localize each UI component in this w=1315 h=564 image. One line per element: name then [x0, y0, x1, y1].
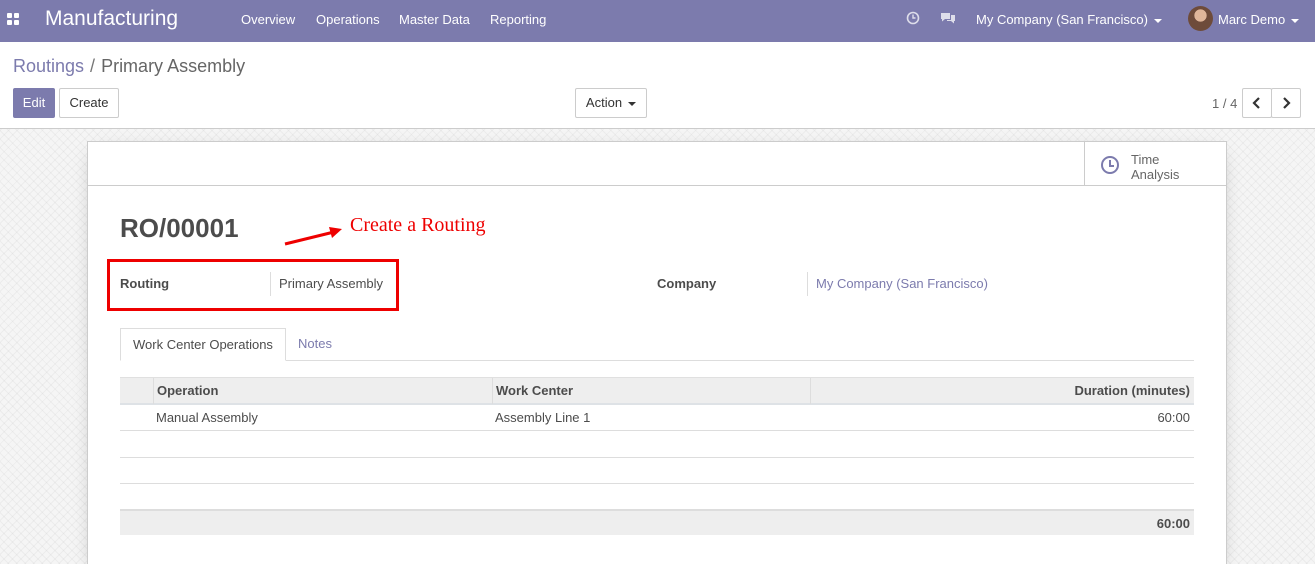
- chevron-down-icon: [1153, 18, 1162, 23]
- menu-reporting[interactable]: Reporting: [490, 12, 546, 27]
- edit-button[interactable]: Edit: [13, 88, 55, 118]
- breadcrumb-routings-link[interactable]: Routings: [13, 56, 84, 76]
- pager-value[interactable]: 1 / 4: [1212, 96, 1237, 111]
- clock-icon: [1101, 156, 1119, 174]
- breadcrumb-separator: /: [90, 56, 96, 76]
- field-divider: [807, 272, 808, 296]
- routing-label: Routing: [120, 276, 170, 291]
- total-duration: 60:00: [1156, 516, 1190, 531]
- activity-clock-icon[interactable]: [905, 11, 921, 27]
- create-button[interactable]: Create: [59, 88, 119, 118]
- annotation-text: Create a Routing: [350, 214, 486, 236]
- operation-cell: Manual Assembly: [156, 410, 258, 425]
- tab-work-center-operations[interactable]: Work Center Operations: [120, 328, 286, 361]
- top-navbar: Manufacturing Overview Operations Master…: [0, 0, 1315, 42]
- table-header: Operation Work Center Duration (minutes): [120, 377, 1194, 405]
- action-dropdown-button[interactable]: Action: [575, 88, 647, 118]
- discuss-chat-icon[interactable]: [940, 11, 956, 27]
- time-analysis-button[interactable]: Time Analysis: [1084, 142, 1226, 186]
- apps-menu-icon[interactable]: [6, 12, 20, 26]
- column-header-work-center[interactable]: Work Center: [496, 378, 573, 404]
- company-value-link[interactable]: My Company (San Francisco): [816, 276, 988, 291]
- company-switcher[interactable]: My Company (San Francisco): [976, 12, 1162, 27]
- menu-operations[interactable]: Operations: [316, 12, 380, 27]
- company-label: Company: [657, 276, 717, 291]
- button-box: Time Analysis: [88, 142, 1226, 186]
- company-name: My Company (San Francisco): [976, 12, 1148, 27]
- routing-value: Primary Assembly: [279, 276, 384, 291]
- control-panel: Routings / Primary Assembly Edit Create Ac…: [0, 42, 1315, 129]
- work-center-cell: Assembly Line 1: [495, 410, 591, 425]
- tab-notes[interactable]: Notes: [286, 328, 344, 361]
- time-analysis-label: Time Analysis: [1131, 152, 1180, 182]
- user-menu[interactable]: Marc Demo: [1218, 12, 1300, 27]
- menu-master-data[interactable]: Master Data: [399, 12, 470, 27]
- duration-cell: 60:00: [1157, 410, 1190, 425]
- user-name: Marc Demo: [1218, 12, 1286, 27]
- breadcrumb-current: Primary Assembly: [101, 56, 246, 76]
- menu-overview[interactable]: Overview: [241, 12, 295, 27]
- field-divider: [270, 272, 271, 296]
- table-row[interactable]: Manual Assembly Assembly Line 1 60:00: [120, 405, 1194, 431]
- table-row-empty: [120, 432, 1194, 458]
- table-row-empty: [120, 458, 1194, 484]
- column-header-operation[interactable]: Operation: [157, 378, 218, 404]
- action-label: Action: [585, 95, 623, 110]
- chevron-left-icon: [1252, 97, 1260, 109]
- pager-previous-button[interactable]: [1242, 88, 1272, 118]
- column-header-duration[interactable]: Duration (minutes): [1074, 378, 1190, 404]
- app-name[interactable]: Manufacturing: [45, 7, 178, 31]
- chevron-right-icon: [1283, 97, 1291, 109]
- chevron-down-icon: [1291, 18, 1300, 23]
- breadcrumb: Routings / Primary Assembly: [13, 56, 245, 77]
- chevron-down-icon: [628, 101, 637, 106]
- avatar[interactable]: [1188, 6, 1213, 31]
- table-row-empty: [120, 484, 1194, 510]
- table-footer: 60:00: [120, 510, 1194, 535]
- record-reference: RO/00001: [120, 213, 239, 243]
- annotation-arrow-icon: [284, 227, 342, 246]
- pager-next-button[interactable]: [1271, 88, 1301, 118]
